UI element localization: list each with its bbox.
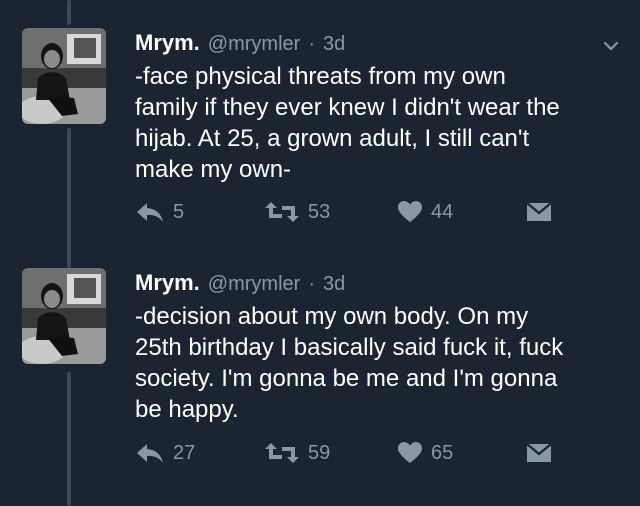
- direct-message-button[interactable]: [526, 200, 552, 224]
- heart-icon: [398, 442, 422, 463]
- like-count: 44: [431, 200, 454, 223]
- tweet[interactable]: Mrym. @mrymler · 3d -face physical threa…: [0, 0, 640, 240]
- retweet-button[interactable]: 53: [264, 200, 330, 224]
- reply-icon: [137, 444, 163, 463]
- retweet-icon: [265, 443, 299, 463]
- tweet-text: -face physical threats from my own famil…: [135, 63, 560, 183]
- like-count: 65: [431, 441, 454, 464]
- separator-dot: ·: [308, 273, 315, 295]
- user-handle[interactable]: @mrymler: [208, 33, 301, 56]
- avatar[interactable]: [22, 28, 106, 124]
- tweet-text: -decision about my own body. On my 25th …: [135, 303, 564, 423]
- like-button[interactable]: 65: [397, 441, 453, 465]
- action-bar: 27 59 65: [0, 441, 640, 471]
- avatar[interactable]: [22, 268, 106, 364]
- action-bar: 5 53 44: [0, 200, 640, 230]
- reply-count: 5: [173, 200, 185, 223]
- display-name[interactable]: Mrym.: [135, 270, 200, 296]
- retweet-button[interactable]: 59: [264, 441, 330, 465]
- reply-count: 27: [173, 441, 196, 464]
- heart-icon: [398, 201, 422, 222]
- profile-photo: [22, 28, 106, 124]
- retweet-icon: [265, 202, 299, 222]
- timestamp[interactable]: 3d: [323, 33, 345, 56]
- tweet[interactable]: Mrym. @mrymler · 3d -decision about my o…: [0, 240, 640, 506]
- separator-dot: ·: [308, 33, 315, 55]
- timestamp[interactable]: 3d: [323, 273, 345, 296]
- retweet-count: 59: [308, 441, 331, 464]
- retweet-count: 53: [308, 200, 331, 223]
- reply-button[interactable]: 5: [135, 200, 184, 224]
- user-handle[interactable]: @mrymler: [208, 273, 301, 296]
- reply-icon: [137, 203, 163, 222]
- direct-message-button[interactable]: [526, 441, 552, 465]
- envelope-icon: [526, 443, 552, 462]
- display-name[interactable]: Mrym.: [135, 30, 200, 56]
- profile-photo: [22, 268, 106, 364]
- reply-button[interactable]: 27: [135, 441, 195, 465]
- envelope-icon: [526, 202, 552, 221]
- chevron-down-icon[interactable]: [602, 37, 620, 55]
- like-button[interactable]: 44: [397, 200, 453, 224]
